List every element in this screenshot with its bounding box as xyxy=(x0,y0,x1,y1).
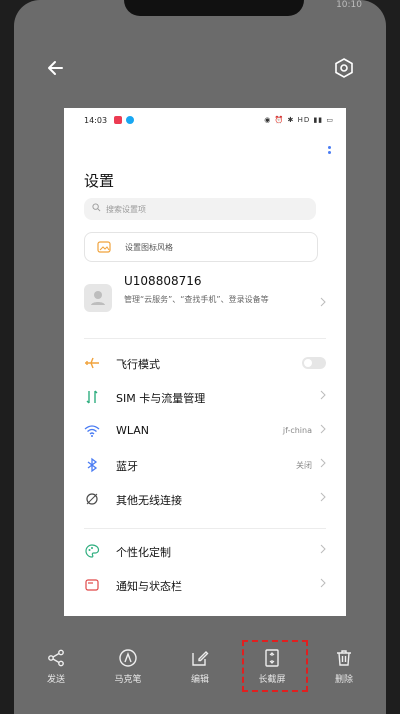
screenshot-preview[interactable]: 14:03 ◉ ⏰ ✱ HD ▮▮ ▭ 设置 搜索设置项 设置图标风格 U108… xyxy=(64,108,346,616)
chevron-right-icon xyxy=(320,424,326,437)
bottom-action-bar: 发送 马克笔 编辑 长截屏 删除 xyxy=(14,636,386,700)
row-label: 通知与状态栏 xyxy=(116,580,182,593)
chevron-right-icon xyxy=(320,544,326,557)
search-placeholder: 搜索设置项 xyxy=(106,205,146,214)
account-entry[interactable]: U108808716 管理“云服务”、“查找手机”、登录设备等 xyxy=(84,274,326,326)
chevron-right-icon xyxy=(320,292,326,311)
preview-time: 14:03 xyxy=(84,116,108,125)
account-name: U108808716 xyxy=(124,274,202,288)
row-other-wireless[interactable]: 其他无线连接 xyxy=(84,488,326,512)
share-label: 发送 xyxy=(46,675,65,685)
sim-icon xyxy=(84,389,100,405)
notification-badge-icon xyxy=(114,116,122,124)
share-button[interactable]: 发送 xyxy=(26,648,86,696)
chevron-right-icon xyxy=(320,458,326,471)
avatar xyxy=(84,284,112,312)
preview-status-icons: ◉ ⏰ ✱ HD ▮▮ ▭ xyxy=(264,116,334,124)
edit-button[interactable]: 编辑 xyxy=(170,648,230,696)
row-label: 蓝牙 xyxy=(116,460,138,473)
share-icon xyxy=(48,649,64,667)
chevron-right-icon xyxy=(320,492,326,505)
image-icon xyxy=(97,241,111,255)
edit-icon xyxy=(192,651,209,666)
row-label: WLAN xyxy=(116,424,150,437)
status-clock: 10:10 xyxy=(336,0,362,10)
delete-button[interactable]: 删除 xyxy=(314,648,374,696)
hexagon-settings-icon xyxy=(335,58,353,78)
top-bar xyxy=(14,50,386,86)
user-icon xyxy=(91,291,105,305)
camera-notch xyxy=(124,0,304,16)
search-input[interactable]: 搜索设置项 xyxy=(84,198,316,220)
back-button[interactable] xyxy=(42,54,70,82)
preview-status-bar: 14:03 ◉ ⏰ ✱ HD ▮▮ ▭ xyxy=(64,108,346,130)
settings-button[interactable] xyxy=(330,54,358,82)
airplane-toggle[interactable] xyxy=(302,357,326,369)
row-label: 其他无线连接 xyxy=(116,494,182,507)
divider xyxy=(84,338,326,339)
icon-style-banner[interactable]: 设置图标风格 xyxy=(84,232,318,262)
row-label: 飞行模式 xyxy=(116,358,160,371)
wireless-icon xyxy=(84,491,100,507)
row-label: SIM 卡与流量管理 xyxy=(116,392,206,405)
notification-icon xyxy=(84,577,100,593)
bluetooth-icon xyxy=(84,457,100,473)
row-personalization[interactable]: 个性化定制 xyxy=(84,540,326,564)
back-arrow-icon xyxy=(48,61,63,75)
row-value: jf-china xyxy=(282,426,312,435)
settings-title: 设置 xyxy=(84,172,115,190)
airplane-icon xyxy=(84,355,100,371)
divider xyxy=(84,528,326,529)
wifi-icon xyxy=(84,423,100,439)
search-icon xyxy=(92,203,101,214)
more-options-icon[interactable] xyxy=(328,146,332,158)
row-wlan[interactable]: WLAN jf-china xyxy=(84,420,326,444)
row-sim[interactable]: SIM 卡与流量管理 xyxy=(84,386,326,410)
highlight-box xyxy=(242,640,308,692)
trash-icon xyxy=(337,650,351,666)
phone-frame: 10:10 14:03 ◉ ⏰ ✱ HD ▮▮ ▭ 设置 搜索设置项 设置图标风… xyxy=(0,0,400,714)
row-notifications[interactable]: 通知与状态栏 xyxy=(84,574,326,598)
row-bluetooth[interactable]: 蓝牙 关闭 xyxy=(84,454,326,478)
icon-style-label: 设置图标风格 xyxy=(125,243,173,252)
row-value: 关闭 xyxy=(296,461,312,470)
chevron-right-icon xyxy=(320,578,326,591)
markup-label: 马克笔 xyxy=(114,675,142,685)
marker-pen-icon xyxy=(119,649,137,667)
chevron-right-icon xyxy=(320,390,326,403)
row-label: 个性化定制 xyxy=(116,546,171,559)
screen: 10:10 14:03 ◉ ⏰ ✱ HD ▮▮ ▭ 设置 搜索设置项 设置图标风… xyxy=(14,0,386,714)
row-airplane-mode[interactable]: 飞行模式 xyxy=(84,352,326,376)
chat-badge-icon xyxy=(126,116,134,124)
palette-icon xyxy=(84,543,100,559)
account-description: 管理“云服务”、“查找手机”、登录设备等 xyxy=(124,295,269,304)
delete-label: 删除 xyxy=(334,675,353,685)
edit-label: 编辑 xyxy=(190,675,209,685)
markup-button[interactable]: 马克笔 xyxy=(98,648,158,696)
